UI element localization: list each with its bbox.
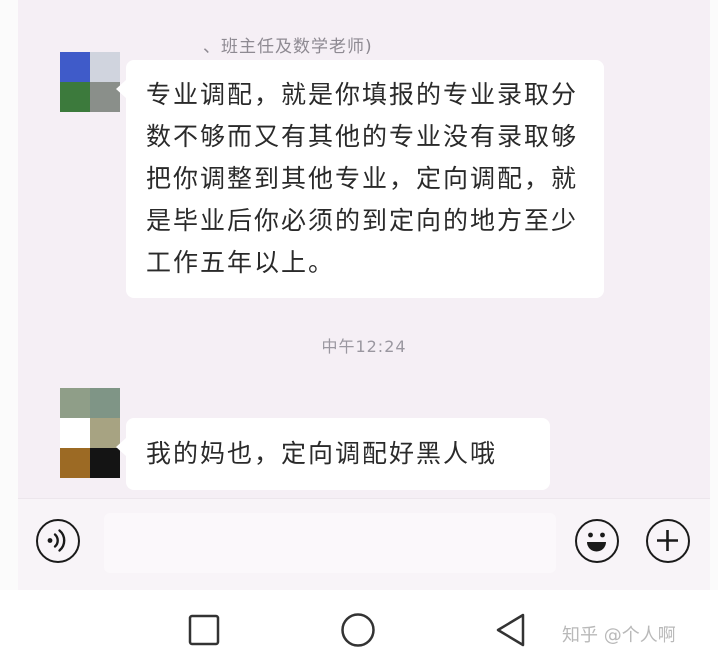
plus-icon-glyph bbox=[657, 530, 678, 551]
chat-screen: 、班主任及数学老师) 专业调配，就是你填报的专业录取分数不够而又有其他的专业没有… bbox=[18, 0, 710, 590]
message-input[interactable] bbox=[104, 513, 556, 573]
triangle-back-icon[interactable] bbox=[494, 612, 526, 648]
plus-icon[interactable] bbox=[646, 519, 690, 563]
voice-icon-glyph bbox=[47, 529, 66, 552]
message-bubble[interactable]: 我的妈也，定向调配好黑人哦 bbox=[116, 418, 550, 490]
emoji-icon-glyph bbox=[587, 532, 606, 552]
circle-icon[interactable] bbox=[340, 612, 376, 648]
sender-name: 、班主任及数学老师) bbox=[203, 37, 373, 57]
emoji-icon[interactable] bbox=[575, 519, 619, 563]
watermark: 知乎 @个人啊 bbox=[562, 625, 676, 646]
square-icon[interactable] bbox=[188, 614, 220, 646]
system-nav-bar: 知乎 @个人啊 bbox=[0, 590, 718, 666]
input-bar bbox=[18, 498, 710, 590]
message-timestamp: 中午12:24 bbox=[321, 337, 407, 356]
avatar[interactable] bbox=[60, 388, 120, 478]
avatar[interactable] bbox=[60, 52, 120, 112]
screen-right-edge bbox=[710, 0, 718, 590]
voice-icon[interactable] bbox=[36, 519, 80, 563]
message-bubble[interactable]: 专业调配，就是你填报的专业录取分数不够而又有其他的专业没有录取够把你调整到其他专… bbox=[116, 60, 604, 298]
screen-left-edge bbox=[0, 0, 18, 590]
